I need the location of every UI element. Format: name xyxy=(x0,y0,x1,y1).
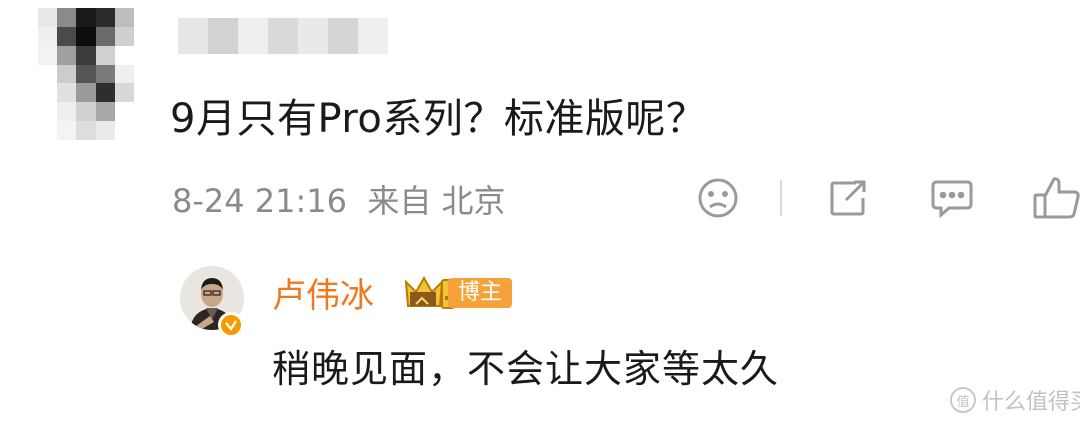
comment-text: 9月只有Pro系列？标准版呢？ xyxy=(170,96,707,142)
watermark-text: 什么值得买 xyxy=(982,390,1080,415)
reply-text: 稍晚见面，不会让大家等太久 xyxy=(272,347,780,391)
verified-badge-icon xyxy=(218,312,244,338)
blogger-badge-label: 博主 xyxy=(448,278,513,308)
share-icon[interactable] xyxy=(822,172,874,224)
action-divider xyxy=(780,180,782,216)
author-name[interactable]: 卢伟冰 xyxy=(272,268,374,317)
blogger-badge: 博主 xyxy=(402,272,514,310)
comment-action-bar xyxy=(0,172,1080,224)
author-reply: 卢伟冰 博主 稍晚见面，不会让大家等太久 xyxy=(180,266,1080,391)
commenter-avatar-pixelated[interactable] xyxy=(38,8,134,140)
comment-icon[interactable] xyxy=(926,172,978,224)
like-icon[interactable] xyxy=(1030,172,1080,224)
watermark-logo-icon: 值 xyxy=(950,387,976,413)
sad-face-icon[interactable] xyxy=(692,172,744,224)
site-watermark: 值 什么值得买 xyxy=(950,384,1080,416)
commenter-name-blurred[interactable] xyxy=(178,18,388,54)
